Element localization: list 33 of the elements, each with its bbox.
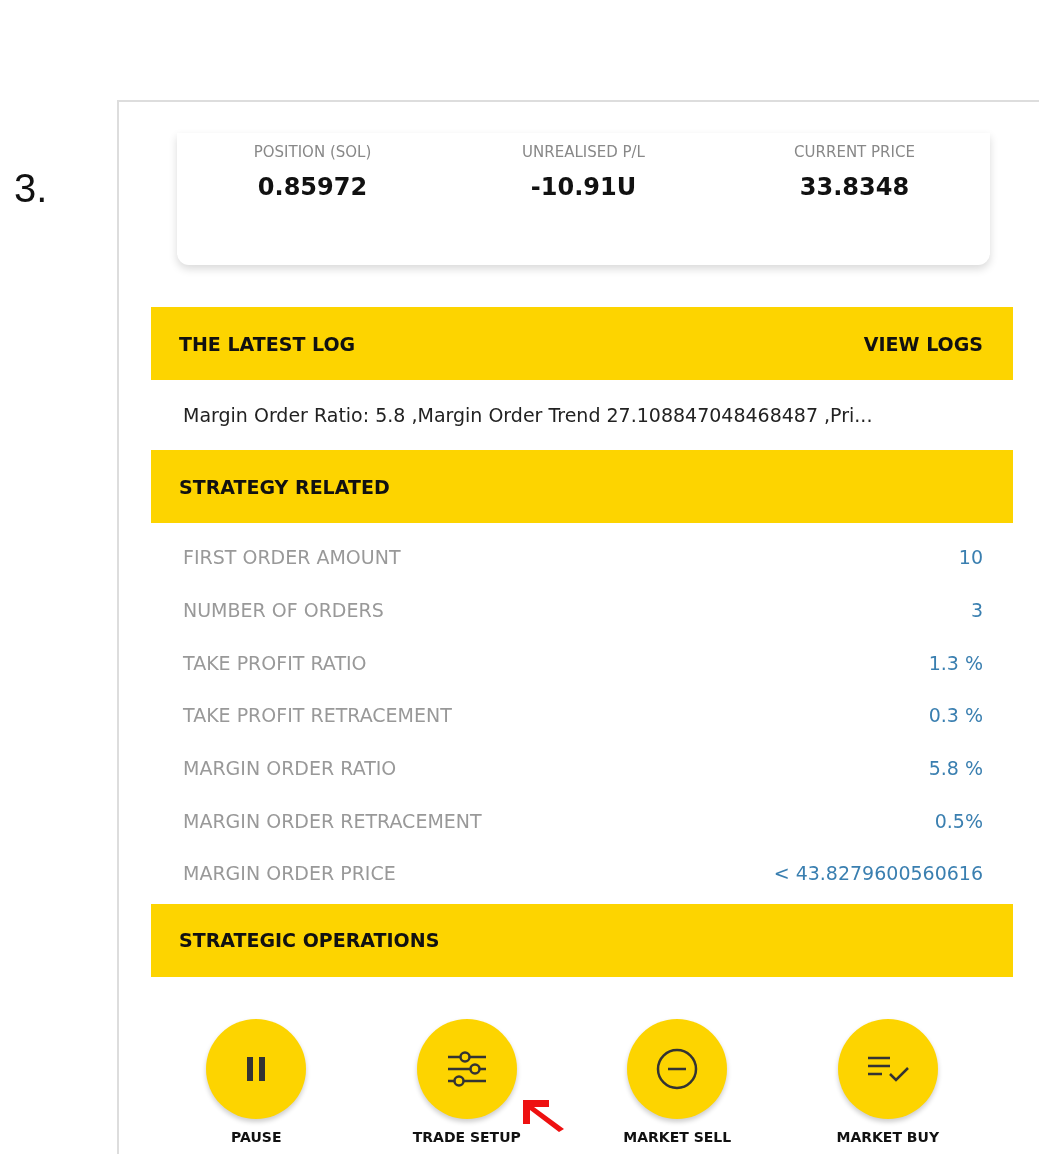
log-message: Margin Order Ratio: 5.8 ,Margin Order Trend 27.108847048468487 ,Pri... — [182, 403, 874, 428]
setting-label: TAKE PROFIT RATIO — [183, 651, 367, 674]
summary-label: UNREALISED P/L — [522, 143, 645, 161]
action-label: TRADE SETUP — [412, 1128, 521, 1145]
summary-label: POSITION (SOL) — [253, 143, 372, 161]
section-title: STRATEGY RELATED — [179, 475, 390, 498]
view-logs-link[interactable]: VIEW LOGS — [863, 332, 983, 355]
setting-label: FIRST ORDER AMOUNT — [183, 546, 401, 569]
summary-value: 33.8348 — [799, 173, 910, 201]
section-title: THE LATEST LOG — [179, 332, 356, 355]
action-label: PAUSE — [231, 1128, 282, 1145]
setting-value: 0.3 % — [928, 704, 983, 727]
action-label: MARKET SELL — [623, 1128, 732, 1145]
setting-label: NUMBER OF ORDERS — [183, 599, 384, 622]
summary-value: 0.85972 — [257, 173, 368, 201]
setting-value: 0.5% — [934, 809, 983, 832]
setting-value: 5.8 % — [928, 757, 983, 780]
section-title: STRATEGIC OPERATIONS — [179, 929, 440, 952]
setting-label: TAKE PROFIT RETRACEMENT — [183, 704, 452, 727]
pause-icon — [245, 1055, 268, 1082]
setting-value: < 43.8279600560616 — [773, 862, 983, 885]
setting-value: 1.3 % — [928, 651, 983, 674]
step-number: 3. — [13, 165, 49, 212]
setting-label: MARGIN ORDER RATIO — [183, 757, 397, 780]
summary-value: -10.91U — [530, 173, 637, 201]
setting-label: MARGIN ORDER RETRACEMENT — [183, 809, 482, 832]
action-label: MARKET BUY — [836, 1128, 940, 1145]
setting-label: MARGIN ORDER PRICE — [183, 862, 396, 885]
sliders-icon — [445, 1050, 488, 1087]
minus-circle-icon — [655, 1046, 700, 1091]
setting-value: 3 — [970, 599, 983, 622]
summary-label: CURRENT PRICE — [794, 143, 915, 161]
setting-value: 10 — [958, 546, 983, 569]
